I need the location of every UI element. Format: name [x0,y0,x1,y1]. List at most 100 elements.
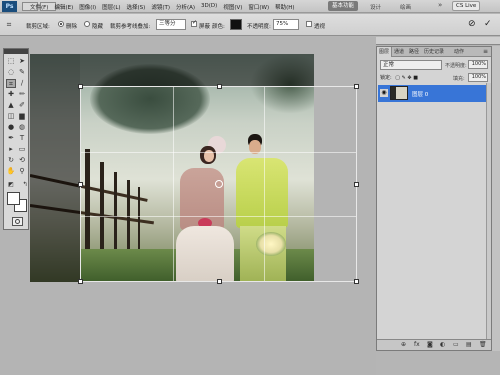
lock-position-icon[interactable]: ✥ [407,75,411,81]
layer-style-icon[interactable]: fx [414,341,420,348]
workspace-painting[interactable]: 绘画 [400,3,411,11]
history-brush-icon[interactable]: ✐ [17,101,27,110]
blur-tool-icon[interactable]: ● [6,123,16,132]
menu-bar: Ps 文件(F) 编辑(E) 图像(I) 图层(L) 选择(S) 滤镜(T) 分… [0,0,500,23]
more-workspaces-icon[interactable]: » [438,1,442,9]
layer-name[interactable]: 图层 0 [412,90,428,98]
pen-tool-icon[interactable]: ✒ [6,134,16,143]
menu-select[interactable]: 选择(S) [127,3,146,11]
path-select-icon[interactable]: ▸ [6,145,16,154]
healing-brush-icon[interactable]: ✚ [6,90,16,99]
brush-tool-icon[interactable]: ✏ [17,90,27,99]
new-group-icon[interactable]: ▭ [453,341,459,348]
menu-filter[interactable]: 滤镜(T) [151,3,170,11]
3d-rotate-icon[interactable]: ↻ [6,156,16,165]
panel-menu-icon[interactable]: ≡ [481,47,490,57]
crop-handle-left[interactable] [78,182,83,187]
menu-layer[interactable]: 图层(L) [102,3,120,11]
crop-handle-top-right[interactable] [354,84,359,89]
move-tool-icon[interactable]: ➤ [17,57,27,66]
crop-guide-vertical [172,87,174,281]
menu-help[interactable]: 帮助(H) [275,3,294,11]
workspace-design[interactable]: 设计 [370,3,381,11]
panel-dock-strip[interactable] [376,37,500,45]
perspective-label: 透视 [314,24,326,30]
collapsed-panel-strip[interactable] [492,46,500,351]
fill-input[interactable]: 100% [468,73,488,82]
crop-guide-vertical [264,87,266,281]
layer-opacity-input[interactable]: 100% [468,60,488,69]
default-colors-icon[interactable]: ◩ [6,180,16,189]
delete-layer-icon[interactable]: 🗑 [479,341,487,348]
shield-color-swatch[interactable] [230,19,242,30]
type-tool-icon[interactable]: T [17,134,27,143]
menu-image[interactable]: 图像(I) [79,3,96,11]
lock-all-icon[interactable]: ■ [413,75,418,81]
tab-actions[interactable]: 动作 [452,47,466,57]
options-bar: ⌗ 裁剪区域: 删除 隐藏 裁剪参考线叠加: 三等分 ✓ 屏蔽 颜色: 不透明度… [0,14,500,36]
crop-handle-bottom-right[interactable] [354,279,359,284]
tab-history[interactable]: 历史记录 [422,47,446,57]
crop-handle-bottom[interactable] [217,279,222,284]
crop-handle-bottom-left[interactable] [78,279,83,284]
shape-tool-icon[interactable]: ▭ [17,145,27,154]
lock-pixels-icon[interactable]: ✎ [402,75,406,81]
eyedropper-tool-icon[interactable]: ∕ [17,79,27,88]
hide-radio[interactable] [84,21,90,27]
zoom-tool-icon[interactable]: ⚲ [17,167,27,176]
eraser-tool-icon[interactable]: ◫ [6,112,16,121]
menu-window[interactable]: 窗口(W) [248,3,269,11]
layer-thumbnail[interactable] [390,86,408,100]
blend-mode-select[interactable]: 正常 [380,60,442,70]
shield-label: 屏蔽 [199,24,211,30]
marquee-tool-icon[interactable]: ⬚ [6,57,16,66]
3d-orbit-icon[interactable]: ⟲ [17,156,27,165]
swap-colors-icon[interactable]: ↰ [20,180,30,189]
tab-paths[interactable]: 路径 [407,47,421,57]
visibility-eye-icon[interactable]: ◉ [380,89,388,97]
tab-layers[interactable]: 图层 [377,47,393,57]
crop-guide-horizontal [81,151,356,153]
quick-select-tool-icon[interactable]: ✎ [17,68,27,77]
menu-file[interactable]: 文件(F) [30,3,48,11]
link-layers-icon[interactable]: ⊕ [401,341,406,348]
crop-handle-top[interactable] [217,84,222,89]
cancel-crop-icon[interactable]: ⊘ [468,19,476,29]
adjustment-layer-icon[interactable]: ◐ [440,341,445,348]
hand-tool-icon[interactable]: ✋ [6,167,16,176]
tools-panel-header[interactable] [4,49,28,54]
lock-transparent-icon[interactable]: ▢ [395,75,400,81]
menu-items: 文件(F) 编辑(E) 图像(I) 图层(L) 选择(S) 滤镜(T) 分析(A… [30,3,301,11]
quick-mask-icon[interactable] [12,217,23,226]
crop-marquee[interactable] [78,84,359,284]
layer-row-selected[interactable]: ◉ 图层 0 [378,85,490,102]
menu-edit[interactable]: 编辑(E) [54,3,73,11]
dodge-tool-icon[interactable]: ◍ [17,123,27,132]
layers-panel-footer: ⊕ fx ◙ ◐ ▭ ▤ 🗑 [377,339,491,350]
commit-crop-icon[interactable]: ✓ [484,19,492,29]
opacity-input[interactable]: 75% [273,19,299,30]
crop-center-icon[interactable] [215,180,223,188]
clone-stamp-icon[interactable]: ▲ [6,101,16,110]
menu-3d[interactable]: 3D(D) [201,3,217,11]
foreground-color-swatch[interactable] [7,192,20,205]
menu-view[interactable]: 视图(V) [223,3,242,11]
overlay-select[interactable]: 三等分 [156,19,186,30]
gradient-tool-icon[interactable]: ▆ [17,112,27,121]
lasso-tool-icon[interactable]: ◌ [6,68,16,77]
layer-opacity-label: 不透明度: [445,63,467,69]
new-layer-icon[interactable]: ▤ [466,341,472,348]
delete-radio[interactable] [58,21,64,27]
crop-handle-top-left[interactable] [78,84,83,89]
perspective-checkbox[interactable] [306,21,312,27]
crop-tool-icon[interactable]: ⌗ [6,79,16,88]
shield-checkbox[interactable]: ✓ [191,19,197,27]
tab-channels[interactable]: 通道 [392,47,406,57]
crop-tool-preset-icon[interactable]: ⌗ [4,20,14,29]
crop-handle-right[interactable] [354,182,359,187]
layers-scrollbar[interactable] [486,83,491,340]
menu-analysis[interactable]: 分析(A) [176,3,195,11]
workspace-essentials-button[interactable]: 基本功能 [328,1,359,11]
cs-live-button[interactable]: CS Live [452,1,481,11]
add-mask-icon[interactable]: ◙ [427,341,433,348]
